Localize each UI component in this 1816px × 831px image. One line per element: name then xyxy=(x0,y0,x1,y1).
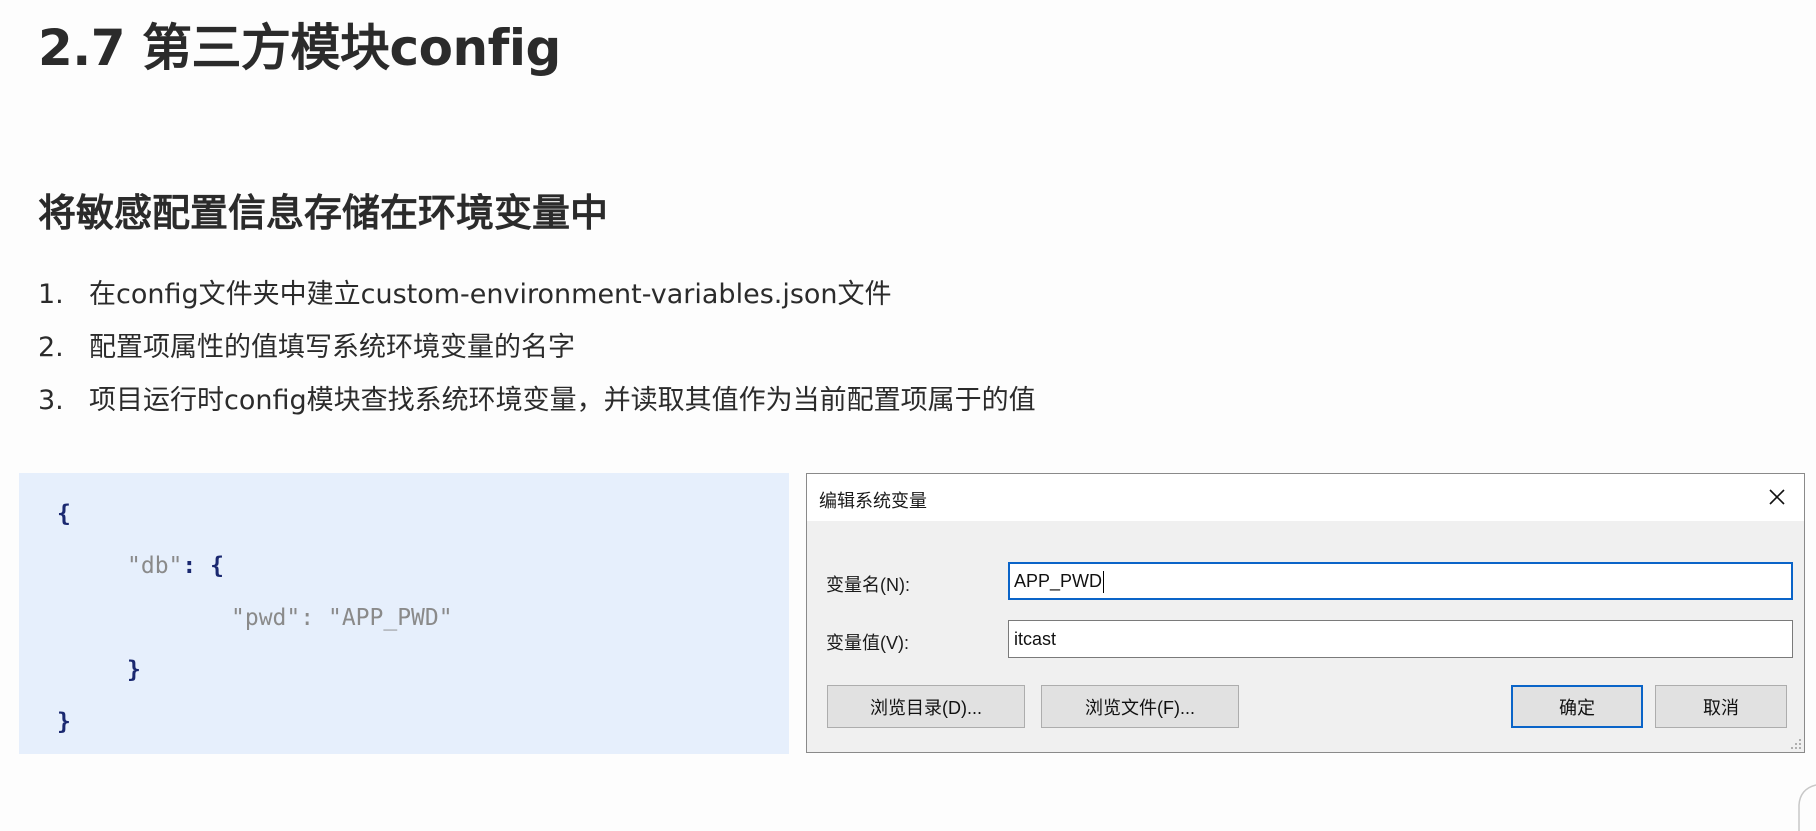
step-number: 2. xyxy=(38,332,64,363)
variable-name-label: 变量名(N): xyxy=(826,575,910,595)
ok-button[interactable]: 确定 xyxy=(1511,685,1643,728)
variable-name-value: APP_PWD xyxy=(1014,571,1103,591)
code-line: } xyxy=(127,657,141,683)
code-inner-open: { xyxy=(210,553,224,579)
variable-name-input[interactable]: APP_PWD xyxy=(1008,562,1793,600)
code-line: "db": { xyxy=(127,553,224,579)
list-item: 1. 在config文件夹中建立custom-environment-variab… xyxy=(38,268,1036,321)
step-number: 1. xyxy=(38,279,64,310)
code-line: "pwd": "APP_PWD" xyxy=(231,605,453,631)
step-number: 3. xyxy=(38,385,64,416)
cancel-button[interactable]: 取消 xyxy=(1655,685,1787,728)
code-colon: : xyxy=(300,605,315,631)
list-item: 2. 配置项属性的值填写系统环境变量的名字 xyxy=(38,321,1036,374)
dialog-titlebar: 编辑系统变量 xyxy=(807,474,1804,521)
variable-value-input[interactable]: itcast xyxy=(1008,620,1793,658)
variable-value-label: 变量值(V): xyxy=(826,633,909,653)
code-inner-close: } xyxy=(127,657,141,683)
dialog-title: 编辑系统变量 xyxy=(819,491,927,511)
close-icon[interactable] xyxy=(1760,480,1794,514)
code-open-brace: { xyxy=(57,501,71,527)
page-title: 2.7 第三方模块config xyxy=(38,19,561,77)
edit-system-variable-dialog: 编辑系统变量 变量名(N): APP_PWD 变量值(V): itcast 浏览… xyxy=(806,473,1805,753)
step-text: 配置项属性的值填写系统环境变量的名字 xyxy=(89,332,575,363)
code-db-key: "db" xyxy=(127,553,183,579)
resize-grip-icon[interactable] xyxy=(1790,738,1802,750)
step-text: 项目运行时config模块查找系统环境变量，并读取其值作为当前配置项属于的值 xyxy=(89,385,1036,416)
variable-value-text: itcast xyxy=(1014,629,1057,649)
step-text: 在config文件夹中建立custom-environment-variable… xyxy=(89,279,892,310)
browse-file-button[interactable]: 浏览文件(F)... xyxy=(1041,685,1239,728)
steps-list: 1. 在config文件夹中建立custom-environment-variab… xyxy=(38,268,1036,427)
code-pwd-key: "pwd" xyxy=(231,605,301,631)
code-close-brace: } xyxy=(57,709,71,735)
code-block: { "db": { "pwd": "APP_PWD" } } xyxy=(19,473,789,754)
section-subtitle: 将敏感配置信息存储在环境变量中 xyxy=(38,191,609,235)
corner-arc-icon xyxy=(1798,784,1816,831)
code-line: } xyxy=(57,709,71,735)
list-item: 3. 项目运行时config模块查找系统环境变量，并读取其值作为当前配置项属于的值 xyxy=(38,374,1036,427)
code-line: { xyxy=(57,501,71,527)
code-pwd-value: "APP_PWD" xyxy=(327,605,453,631)
code-colon: : xyxy=(182,553,197,579)
browse-directory-button[interactable]: 浏览目录(D)... xyxy=(827,685,1025,728)
text-caret xyxy=(1103,571,1105,594)
